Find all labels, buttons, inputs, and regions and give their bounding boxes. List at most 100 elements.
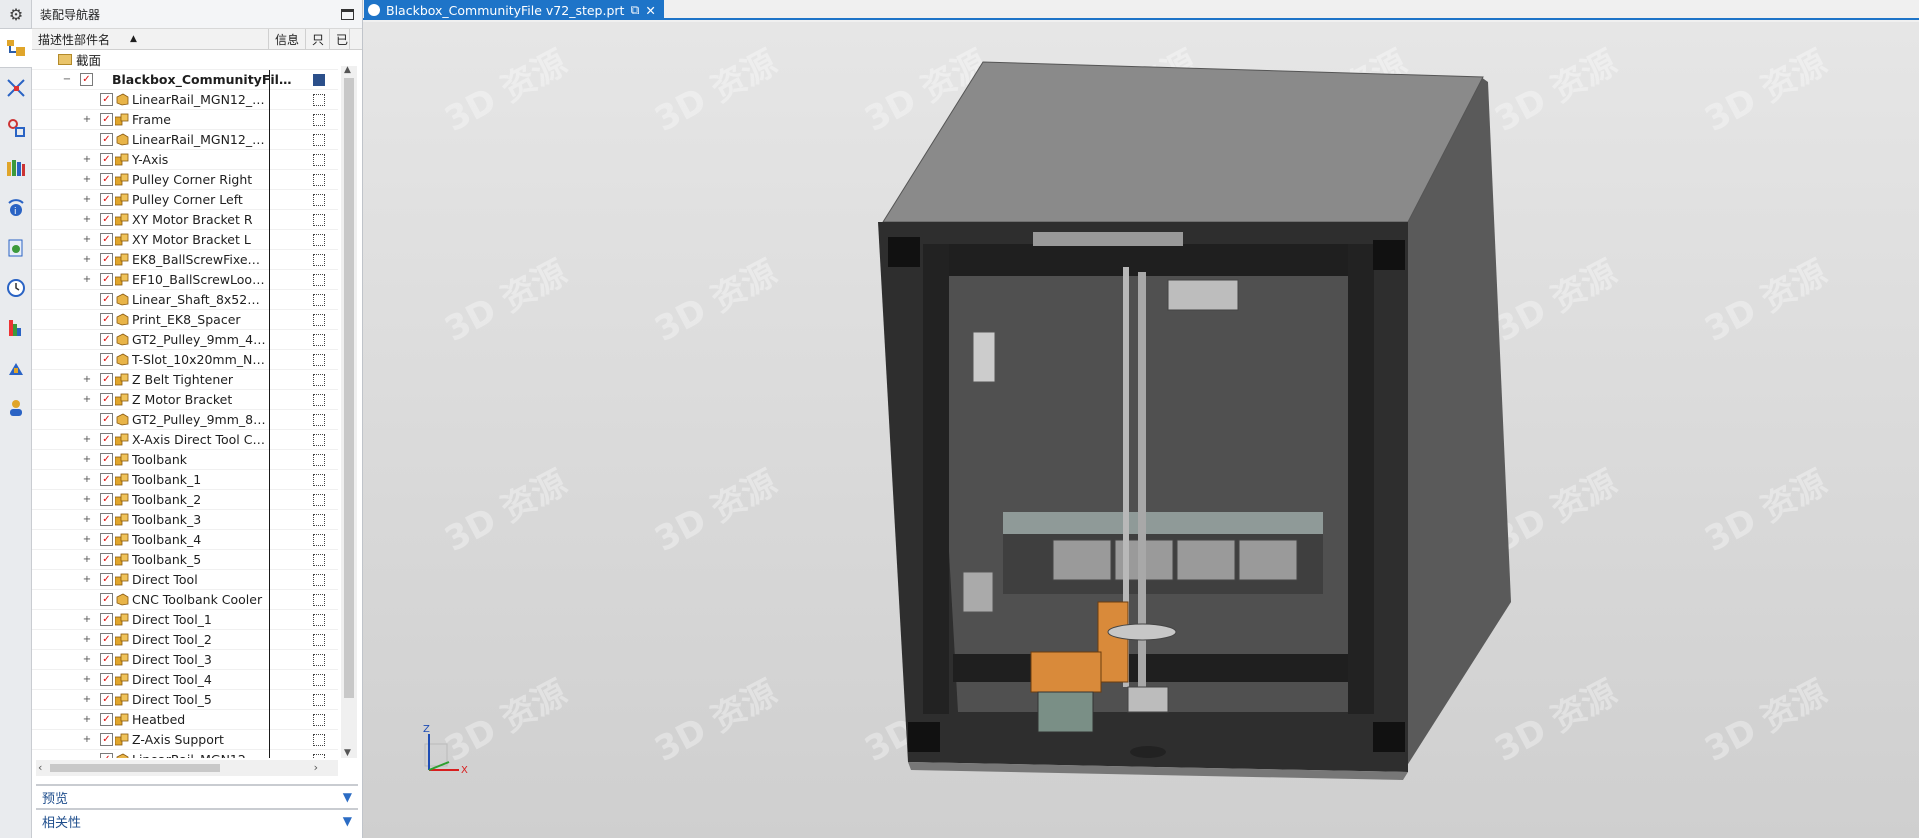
visibility-checkbox[interactable]: ✓	[100, 673, 113, 686]
tree-row[interactable]: + ✓ Heatbed	[32, 710, 338, 730]
tree-row[interactable]: ✓ LinearRail_MGN12_325m...	[32, 750, 338, 758]
visibility-checkbox[interactable]: ✓	[100, 713, 113, 726]
scroll-down-icon[interactable]: ▼	[344, 748, 351, 758]
expand-icon[interactable]: +	[82, 194, 92, 205]
readonly-checkbox[interactable]	[313, 733, 325, 746]
readonly-checkbox[interactable]	[313, 553, 325, 566]
visualization-icon[interactable]	[0, 308, 32, 348]
tree-row[interactable]: ✓ Linear_Shaft_8x520mm	[32, 290, 338, 310]
readonly-checkbox[interactable]	[313, 393, 325, 406]
visibility-checkbox[interactable]: ✓	[100, 173, 113, 186]
tree-row-section[interactable]: 截面	[32, 50, 338, 70]
graphics-window[interactable]: 3D 资源 3D 资源 3D 资源 3D 资源 3D 资源 3D 资源 3D 资…	[363, 22, 1919, 838]
expand-icon[interactable]: +	[82, 514, 92, 525]
visibility-checkbox[interactable]: ✓	[100, 393, 113, 406]
visibility-checkbox[interactable]: ✓	[100, 633, 113, 646]
expand-icon[interactable]: +	[82, 494, 92, 505]
readonly-checkbox[interactable]	[313, 133, 325, 146]
column-extra[interactable]: 已	[330, 29, 350, 49]
tree-row[interactable]: + ✓ Frame	[32, 110, 338, 130]
roles-icon[interactable]	[0, 388, 32, 428]
readonly-checkbox[interactable]	[313, 373, 325, 386]
tree-row[interactable]: + ✓ Direct Tool_2	[32, 630, 338, 650]
expand-icon[interactable]: +	[82, 554, 92, 565]
tree-row-root[interactable]: − ✓ Blackbox_CommunityFile ...	[32, 70, 338, 90]
tree-row[interactable]: + ✓ XY Motor Bracket R	[32, 210, 338, 230]
reuse-library-icon[interactable]	[0, 148, 32, 188]
readonly-checkbox[interactable]	[313, 433, 325, 446]
printer-enclosure[interactable]	[878, 61, 1511, 780]
collapse-icon[interactable]: −	[62, 74, 72, 85]
tree-row[interactable]: ✓ Print_EK8_Spacer	[32, 310, 338, 330]
expand-icon[interactable]: +	[82, 454, 92, 465]
tree-row[interactable]: + ✓ Toolbank_4	[32, 530, 338, 550]
tree-row[interactable]: ✓ LinearRail_MGN12_400m...	[32, 130, 338, 150]
visibility-checkbox[interactable]: ✓	[100, 653, 113, 666]
readonly-checkbox[interactable]	[313, 113, 325, 126]
vertical-scrollbar[interactable]: ▲ ▼	[341, 65, 357, 758]
tree-row[interactable]: + ✓ Direct Tool_4	[32, 670, 338, 690]
visibility-checkbox[interactable]: ✓	[100, 533, 113, 546]
visibility-checkbox[interactable]: ✓	[100, 373, 113, 386]
visibility-checkbox[interactable]: ✓	[100, 593, 113, 606]
scroll-left-icon[interactable]: ‹	[38, 761, 42, 774]
expand-icon[interactable]: +	[82, 634, 92, 645]
readonly-checkbox[interactable]	[313, 233, 325, 246]
visibility-checkbox[interactable]: ✓	[100, 93, 113, 106]
visibility-checkbox[interactable]: ✓	[100, 493, 113, 506]
readonly-checkbox[interactable]	[313, 473, 325, 486]
visibility-checkbox[interactable]: ✓	[100, 353, 113, 366]
expand-icon[interactable]: +	[82, 614, 92, 625]
expand-icon[interactable]: +	[82, 474, 92, 485]
tree-row[interactable]: + ✓ Toolbank_2	[32, 490, 338, 510]
expand-icon[interactable]: +	[82, 154, 92, 165]
readonly-checkbox[interactable]	[313, 93, 325, 106]
visibility-checkbox[interactable]: ✓	[100, 113, 113, 126]
tree-row[interactable]: ✓ CNC Toolbank Cooler	[32, 590, 338, 610]
readonly-checkbox[interactable]	[313, 673, 325, 686]
readonly-checkbox[interactable]	[313, 313, 325, 326]
restore-tab-icon[interactable]: ⧉	[630, 2, 639, 18]
visibility-checkbox[interactable]: ✓	[100, 613, 113, 626]
readonly-checkbox[interactable]	[313, 533, 325, 546]
visibility-checkbox[interactable]: ✓	[100, 513, 113, 526]
tree-row[interactable]: + ✓ Toolbank	[32, 450, 338, 470]
scroll-right-icon[interactable]: ›	[314, 761, 318, 774]
tree-row[interactable]: + ✓ Z Belt Tightener	[32, 370, 338, 390]
visibility-checkbox[interactable]: ✓	[100, 213, 113, 226]
visibility-checkbox[interactable]: ✓	[100, 433, 113, 446]
tree-row[interactable]: + ✓ Toolbank_1	[32, 470, 338, 490]
readonly-checkbox[interactable]	[313, 653, 325, 666]
tree-row[interactable]: + ✓ Y-Axis	[32, 150, 338, 170]
column-name[interactable]: 描述性部件名 ▲	[32, 29, 269, 49]
tree-row[interactable]: + ✓ Pulley Corner Left	[32, 190, 338, 210]
visibility-checkbox[interactable]: ✓	[100, 473, 113, 486]
close-tab-icon[interactable]: ✕	[645, 3, 655, 18]
document-tab[interactable]: Blackbox_CommunityFile v72_step.prt ⧉ ✕	[364, 0, 664, 20]
maximize-icon[interactable]	[341, 8, 354, 20]
visibility-checkbox[interactable]: ✓	[100, 553, 113, 566]
model-view[interactable]: 3D 资源 3D 资源 3D 资源 3D 资源 3D 资源 3D 资源 3D 资…	[363, 22, 1919, 838]
constraint-navigator-icon[interactable]	[0, 68, 32, 108]
readonly-checkbox[interactable]	[313, 513, 325, 526]
readonly-checkbox[interactable]	[313, 633, 325, 646]
readonly-checkbox[interactable]	[313, 153, 325, 166]
dependency-panel-header[interactable]: 相关性 ▼	[36, 808, 358, 832]
visibility-checkbox[interactable]: ✓	[100, 273, 113, 286]
readonly-checkbox[interactable]	[313, 333, 325, 346]
tree-row[interactable]: + ✓ Z Motor Bracket	[32, 390, 338, 410]
visibility-checkbox[interactable]: ✓	[100, 333, 113, 346]
history-icon[interactable]	[0, 268, 32, 308]
tree-row[interactable]: + ✓ Pulley Corner Right	[32, 170, 338, 190]
expand-icon[interactable]: +	[82, 694, 92, 705]
save-icon[interactable]	[313, 73, 325, 86]
readonly-checkbox[interactable]	[313, 573, 325, 586]
visibility-checkbox[interactable]: ✓	[100, 233, 113, 246]
expand-icon[interactable]: +	[82, 114, 92, 125]
readonly-checkbox[interactable]	[313, 613, 325, 626]
horizontal-scrollbar[interactable]: ‹ ›	[36, 760, 338, 776]
hd3d-tools-icon[interactable]: i	[0, 188, 32, 228]
tree-row[interactable]: + ✓ Z-Axis Support	[32, 730, 338, 750]
column-info[interactable]: 信息	[269, 29, 306, 49]
visibility-checkbox[interactable]: ✓	[100, 193, 113, 206]
